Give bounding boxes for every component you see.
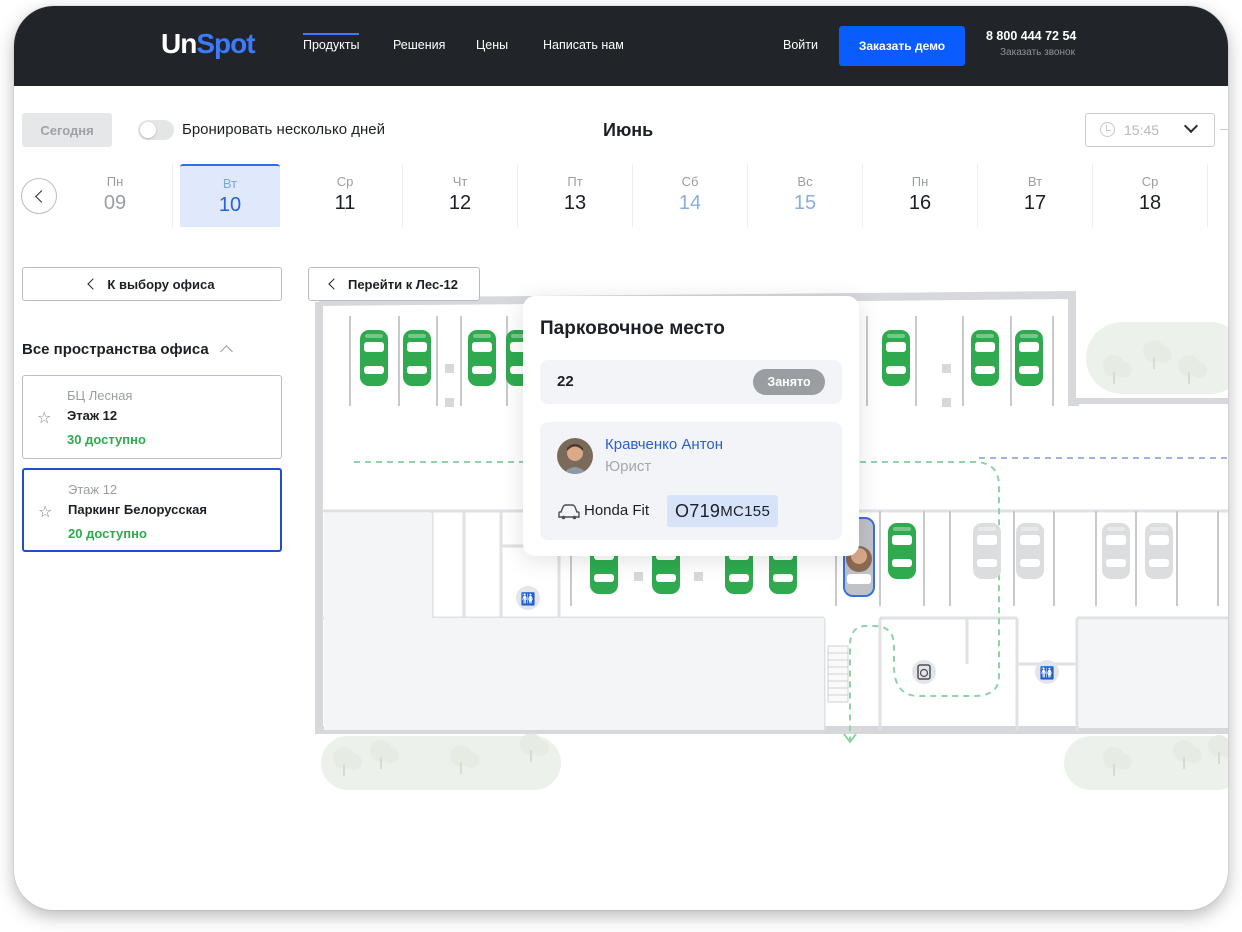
- spot-free-6: [971, 330, 999, 386]
- landscape-left-top: [1086, 322, 1228, 394]
- spot-occupied-4: [1145, 523, 1173, 579]
- goto-floor-label: Перейти к Лес-12: [347, 276, 459, 292]
- goto-floor-button[interactable]: Перейти к Лес-12: [308, 267, 480, 301]
- car-model: Honda Fit: [584, 502, 650, 519]
- user-role: Юрист: [605, 458, 652, 475]
- restroom-icon: 🚻: [516, 586, 540, 610]
- spot-occupied-3: [1102, 523, 1130, 579]
- license-plate: О719 МС155: [667, 495, 779, 527]
- parking-spot-popup: Парковочное место 22 Занято Кравченко Ан…: [523, 296, 859, 556]
- occupied-spots: [973, 523, 1173, 579]
- spot-info-row: 22 Занято: [540, 360, 842, 404]
- washing-machine-icon: [912, 660, 936, 684]
- chevron-left-icon: [328, 278, 340, 290]
- restroom-icon-2: 🚻: [1035, 660, 1059, 684]
- app-window: UnSpot Продукты Решения Цены Написать на…: [14, 6, 1228, 910]
- status-badge: Занято: [753, 369, 825, 395]
- landscape-bottom-left: [321, 732, 561, 790]
- plate-main: О719: [675, 500, 721, 521]
- booking-user-block: Кравченко Антон Юрист Honda Fit О719 МС15…: [540, 422, 842, 540]
- svg-text:🚻: 🚻: [521, 592, 536, 606]
- spot-number: 22: [557, 373, 574, 390]
- svg-text:🚻: 🚻: [1040, 666, 1055, 680]
- stairs: [827, 645, 849, 703]
- car-icon: [558, 504, 580, 520]
- spot-free-1: [360, 330, 388, 386]
- popup-title: Парковочное место: [540, 318, 725, 339]
- spot-free-7: [1015, 330, 1043, 386]
- spot-free-2: [403, 330, 431, 386]
- spot-free-3: [468, 330, 496, 386]
- landscape-bottom-right: [1064, 734, 1228, 790]
- spot-occupied-1: [973, 523, 1001, 579]
- plate-region: МС155: [720, 502, 771, 520]
- avatar: [557, 438, 593, 474]
- user-name-link[interactable]: Кравченко Антон: [605, 436, 723, 453]
- spot-free-5: [882, 330, 910, 386]
- spot-free-12: [888, 523, 916, 579]
- spot-occupied-2: [1016, 523, 1044, 579]
